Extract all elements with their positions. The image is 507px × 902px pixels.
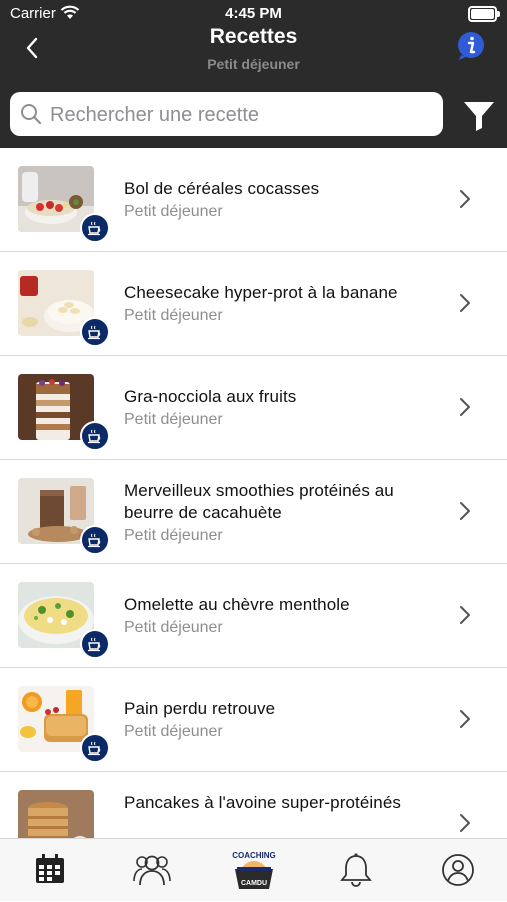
recipe-thumbnail [18,374,110,451]
filter-button[interactable] [461,98,497,132]
chevron-right-icon [460,606,470,624]
breakfast-badge [80,421,110,451]
recipe-list[interactable]: Bol de céréales cocasses Petit déjeuner [0,148,507,838]
filter-icon [464,102,494,131]
recipe-title: Pain perdu retrouve [124,699,276,718]
recipe-thumbnail [18,478,110,555]
recipe-title: Omelette au chèvre menthole [124,595,350,614]
chevron-right-icon [460,398,470,416]
bell-icon [340,853,372,887]
recipe-thumbnail [18,790,96,838]
recipe-row[interactable]: Pancakes à l'avoine super-protéinés [0,772,507,838]
recipe-title: Merveilleux smoothies protéinés au beurr… [124,481,394,522]
recipe-row[interactable]: Bol de céréales cocasses Petit déjeuner [0,148,507,252]
coffee-cup-icon [88,741,101,756]
recipe-title: Gra-nocciola aux fruits [124,387,297,406]
chevron-right-icon [460,190,470,208]
recipe-thumbnail [18,166,110,243]
breakfast-badge [80,213,110,243]
recipe-category: Petit déjeuner [124,411,223,428]
recipe-category: Petit déjeuner [124,203,223,220]
search-input[interactable] [48,92,437,138]
coffee-cup-icon [88,325,101,340]
breakfast-badge [80,317,110,347]
recipe-row[interactable]: Gra-nocciola aux fruits Petit déjeuner [0,356,507,460]
breakfast-badge [80,629,110,659]
community-icon [133,855,171,886]
logo-top-text: COACHING [232,851,276,860]
coffee-cup-icon [88,429,101,444]
recipe-title: Bol de céréales cocasses [124,179,320,198]
coffee-cup-icon [88,533,101,548]
tab-profile[interactable] [440,853,476,887]
top-bar: Carrier 4:45 PM Recettes Petit déjeuner [0,0,507,148]
recipe-thumbnail [18,686,110,763]
recipe-row[interactable]: Omelette au chèvre menthole Petit déjeun… [0,564,507,668]
breakfast-badge [80,525,110,555]
tab-bar: COACHING CAMDU [0,838,507,901]
page-subtitle: Petit déjeuner [207,56,300,72]
recipe-category: Petit déjeuner [124,307,223,324]
status-bar: Carrier 4:45 PM [0,0,507,28]
recipe-row[interactable]: Pain perdu retrouve Petit déjeuner [0,668,507,772]
recipe-row[interactable]: Merveilleux smoothies protéinés au beurr… [0,460,507,564]
status-time: 4:45 PM [225,5,282,22]
recipe-thumbnail [18,582,110,659]
search-bar[interactable] [10,92,443,138]
info-button[interactable] [455,31,487,61]
chevron-right-icon [460,710,470,728]
recipe-category: Petit déjeuner [124,619,223,636]
chevron-right-icon [460,294,470,312]
info-icon [458,32,484,60]
logo-bottom-text: CAMDU [240,880,268,887]
recipe-title: Pancakes à l'avoine super-protéinés [124,793,402,812]
profile-icon [442,854,474,886]
recipe-thumbnail [18,270,110,347]
recipe-category: Petit déjeuner [124,527,223,544]
breakfast-badge [80,733,110,763]
tab-notifications[interactable] [338,853,374,887]
coffee-cup-icon [88,637,101,652]
tab-community[interactable] [132,853,172,887]
recipe-row[interactable]: Cheesecake hyper-prot à la banane Petit … [0,252,507,356]
pancakes-image [18,790,94,838]
recipe-title: Cheesecake hyper-prot à la banane [124,283,398,302]
search-icon [21,104,42,125]
coaching-logo[interactable]: COACHING CAMDU [229,843,279,897]
page-title: Recettes [209,25,298,48]
tab-calendar[interactable] [32,853,68,887]
coffee-cup-icon [88,221,101,236]
chevron-right-icon [460,502,470,520]
battery-icon [468,6,500,22]
chevron-right-icon [460,814,470,832]
calendar-icon [36,854,64,883]
recipe-category: Petit déjeuner [124,723,223,740]
